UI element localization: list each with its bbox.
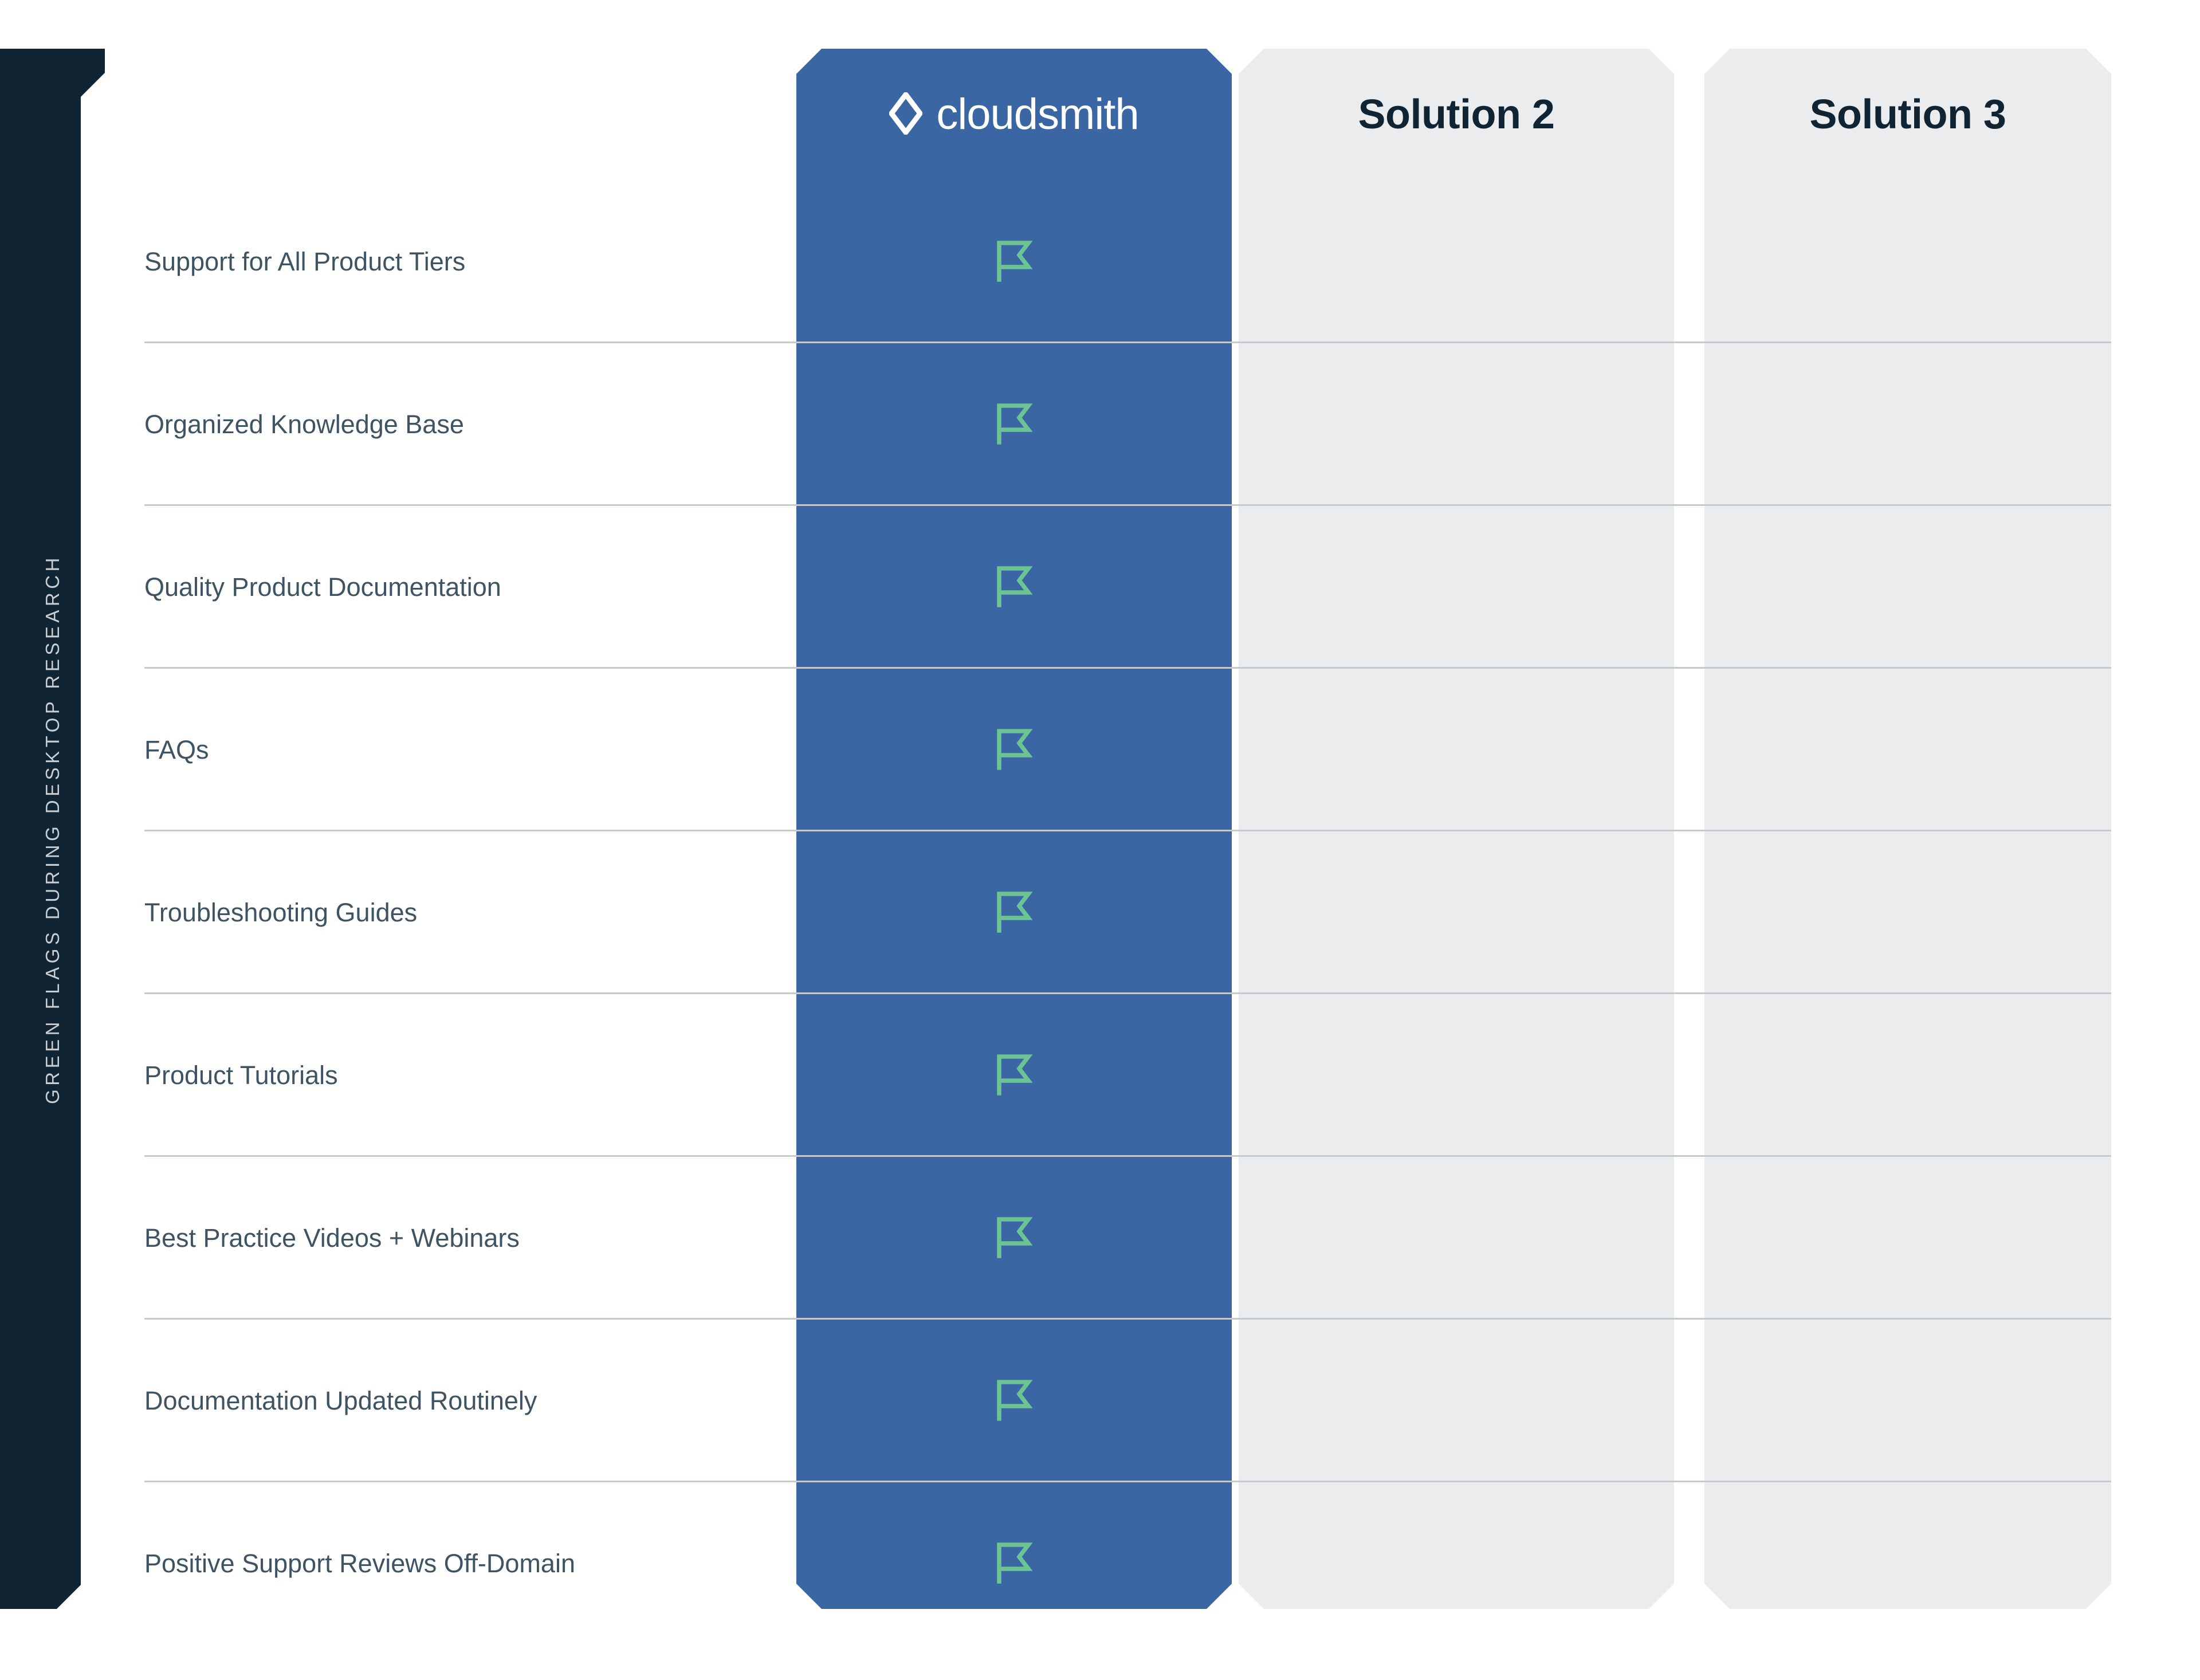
cell-solution-2 [1239, 343, 1674, 506]
cell-solution-3 [1704, 343, 2111, 506]
cell-solution-2 [1239, 831, 1674, 994]
flag-icon [995, 1379, 1033, 1424]
row-label: Best Practice Videos + Webinars [144, 1223, 520, 1253]
cell-solution-2 [1239, 180, 1674, 343]
cell-solution-3 [1704, 1482, 2111, 1645]
column-header-solution-3[interactable]: Solution 3 [1704, 49, 2111, 180]
cell-cloudsmith [796, 1482, 1232, 1645]
cell-solution-3 [1704, 831, 2111, 994]
cell-cloudsmith [796, 831, 1232, 994]
cell-solution-2 [1239, 994, 1674, 1157]
cell-solution-3 [1704, 1157, 2111, 1320]
table-row: Support for All Product Tiers [0, 180, 2200, 343]
row-label: Documentation Updated Routinely [144, 1386, 537, 1415]
cell-solution-2 [1239, 506, 1674, 669]
cell-solution-3 [1704, 669, 2111, 831]
flag-icon [995, 402, 1033, 448]
cell-cloudsmith [796, 343, 1232, 506]
cell-solution-3 [1704, 506, 2111, 669]
cloudsmith-wordmark: cloudsmith [936, 90, 1139, 139]
row-label: Troubleshooting Guides [144, 898, 418, 927]
cloudsmith-logo: cloudsmith [889, 90, 1140, 139]
table-row: Quality Product Documentation [0, 506, 2200, 669]
flag-icon [995, 1216, 1033, 1261]
cell-solution-2 [1239, 1482, 1674, 1645]
row-label: Quality Product Documentation [144, 572, 501, 602]
table-row: Troubleshooting Guides [0, 831, 2200, 994]
table-row: FAQs [0, 669, 2200, 831]
cell-solution-2 [1239, 669, 1674, 831]
row-label: Organized Knowledge Base [144, 410, 464, 439]
table-row: Documentation Updated Routinely [0, 1320, 2200, 1482]
cell-solution-3 [1704, 994, 2111, 1157]
table-row: Best Practice Videos + Webinars [0, 1157, 2200, 1320]
cell-cloudsmith [796, 994, 1232, 1157]
cell-solution-3 [1704, 180, 2111, 343]
table-row: Positive Support Reviews Off-Domain [0, 1482, 2200, 1645]
cell-cloudsmith [796, 180, 1232, 343]
table-row: Organized Knowledge Base [0, 343, 2200, 506]
cell-solution-2 [1239, 1320, 1674, 1482]
row-label: Positive Support Reviews Off-Domain [144, 1549, 575, 1578]
flag-icon [995, 728, 1033, 773]
column-title-solution-3: Solution 3 [1809, 92, 2006, 138]
row-label: Product Tutorials [144, 1061, 338, 1090]
cell-solution-3 [1704, 1320, 2111, 1482]
flag-icon [995, 1541, 1033, 1587]
flag-icon [995, 1053, 1033, 1098]
flag-icon [995, 890, 1033, 936]
row-label: Support for All Product Tiers [144, 247, 466, 276]
cell-cloudsmith [796, 1157, 1232, 1320]
row-label: FAQs [144, 735, 209, 764]
flag-icon [995, 240, 1033, 285]
diamond-outline-icon [889, 92, 923, 138]
cell-cloudsmith [796, 1320, 1232, 1482]
column-header-cloudsmith[interactable]: cloudsmith [796, 49, 1232, 180]
cell-cloudsmith [796, 669, 1232, 831]
comparison-rows: Support for All Product Tiers Organized K… [0, 180, 2200, 1645]
column-header-solution-2[interactable]: Solution 2 [1239, 49, 1674, 180]
flag-icon [995, 565, 1033, 610]
cell-solution-2 [1239, 1157, 1674, 1320]
cell-cloudsmith [796, 506, 1232, 669]
column-title-solution-2: Solution 2 [1358, 92, 1555, 138]
table-row: Product Tutorials [0, 994, 2200, 1157]
